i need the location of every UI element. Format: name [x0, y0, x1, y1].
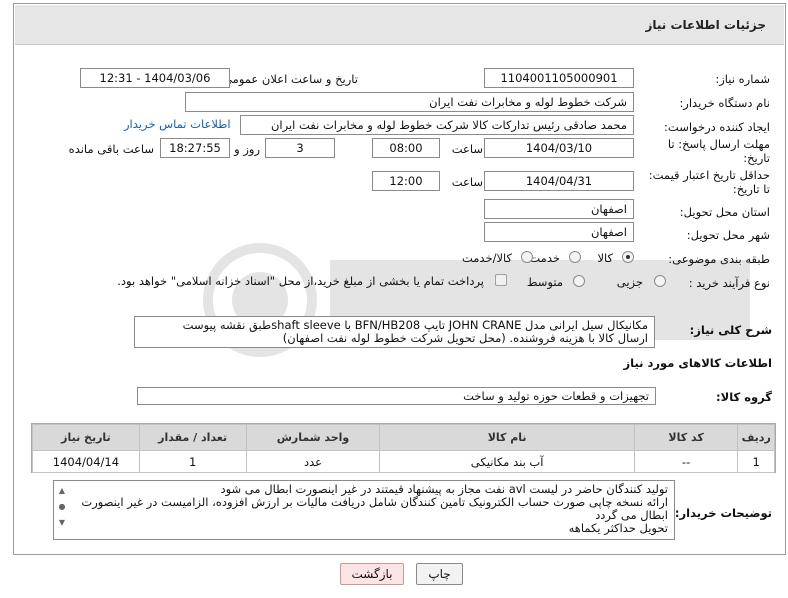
cell-unit: عدد: [245, 450, 381, 473]
days-label: روز و: [234, 142, 260, 156]
buyer-notes-label: توضیحات خریدار:: [674, 506, 772, 520]
city-label: شهر محل تحویل:: [686, 228, 770, 242]
cell-name: آب بند مکانیکی: [379, 450, 635, 473]
treasury-payment-checkbox[interactable]: [495, 274, 507, 286]
announce-label: تاریخ و ساعت اعلان عمومی:: [219, 72, 358, 86]
col-code: کد کالا: [633, 424, 739, 451]
validity-time-label: ساعت: [451, 175, 483, 189]
scroll-up-icon[interactable]: ▲: [57, 486, 67, 496]
print-button[interactable]: چاپ: [416, 563, 463, 585]
process-radio-medium[interactable]: [573, 275, 585, 287]
deadline-date-label: تاریخ:: [743, 151, 770, 165]
cell-row: 1: [737, 450, 775, 473]
category-radio-goods-service[interactable]: [521, 251, 533, 263]
category-goods-service-label: کالا/خدمت: [461, 251, 512, 265]
buyer-contact-link[interactable]: اطلاعات تماس خریدار: [124, 117, 231, 131]
announce-field: 1404/03/06 - 12:31: [80, 68, 230, 88]
deadline-time-field: 08:00: [372, 138, 440, 158]
process-medium-label: متوسط: [526, 275, 563, 289]
need-number-label: شماره نیاز:: [715, 72, 770, 86]
province-label: استان محل تحویل:: [679, 205, 770, 219]
scroll-position-icon[interactable]: ●: [57, 502, 67, 512]
treasury-payment-note: پرداخت تمام یا بخشی از مبلغ خرید،از محل …: [117, 274, 484, 288]
validity-time-field: 12:00: [372, 171, 440, 191]
validity-date-field: 1404/04/31: [484, 171, 634, 191]
col-row: ردیف: [737, 424, 775, 451]
category-radio-service[interactable]: [569, 251, 581, 263]
buyer-org-label: نام دستگاه خریدار:: [679, 96, 770, 110]
process-minor-label: جزیی: [616, 275, 643, 289]
table-row[interactable]: 1 -- آب بند مکانیکی عدد 1 1404/04/14: [32, 450, 775, 473]
validity-label: حداقل تاریخ اعتبار قیمت:: [648, 168, 770, 182]
deadline-time-label: ساعت: [451, 142, 483, 156]
cell-need-date: 1404/04/14: [32, 450, 140, 473]
goods-group-field: تجهیزات و قطعات حوزه تولید و ساخت: [137, 387, 656, 405]
goods-group-label: گروه کالا:: [716, 390, 772, 404]
col-name: نام کالا: [379, 424, 635, 451]
category-goods-label: کالا: [597, 251, 613, 265]
validity-date-label: تا تاریخ:: [732, 182, 770, 196]
city-field: اصفهان: [484, 222, 634, 242]
col-unit: واحد شمارش: [245, 424, 381, 451]
category-service-label: خدمت: [529, 251, 560, 265]
deadline-date-field: 1404/03/10: [484, 138, 634, 158]
province-field: اصفهان: [484, 199, 634, 219]
days-remaining-field: 3: [265, 138, 335, 158]
goods-section-title: اطلاعات کالاهای مورد نیاز: [623, 356, 772, 370]
process-label: نوع فرآیند خرید :: [688, 276, 770, 290]
creator-field: محمد صادقی رئیس تدارکات کالا شرکت خطوط ل…: [240, 115, 634, 135]
remaining-time-field: 18:27:55: [160, 138, 230, 158]
description-label: شرح کلی نیاز:: [689, 323, 772, 337]
creator-label: ایجاد کننده درخواست:: [664, 120, 770, 134]
category-radio-goods[interactable]: [622, 251, 634, 263]
process-radio-minor[interactable]: [654, 275, 666, 287]
buyer-org-field: شرکت خطوط لوله و مخابرات نفت ایران: [185, 92, 634, 112]
scroll-down-icon[interactable]: ▼: [57, 518, 67, 528]
back-button[interactable]: بازگشت: [340, 563, 404, 585]
deadline-label: مهلت ارسال پاسخ: تا: [667, 137, 770, 151]
buyer-notes-line-4: تحویل حداکثر یکماهه: [568, 521, 668, 535]
cell-quantity: 1: [138, 450, 247, 473]
buyer-notes-textarea: تولید کنندگان حاضر در لیست avl نفت مجاز …: [53, 480, 675, 540]
cell-code: --: [633, 450, 739, 473]
description-line-2: ارسال کالا با هزینه فروشنده. (محل تحویل …: [282, 331, 648, 345]
buyer-notes-line-2: ارائه نسخه چاپی صورت حساب الکترونیک تامی…: [81, 495, 668, 509]
category-label: طبقه بندی موضوعی:: [668, 252, 770, 266]
goods-table: ردیف کد کالا نام کالا واحد شمارش تعداد /…: [31, 423, 776, 473]
remaining-label: ساعت باقی مانده: [68, 142, 154, 156]
description-textarea: مکانیکال سیل ایرانی مدل JOHN CRANE تایپ …: [134, 316, 655, 348]
col-quantity: تعداد / مقدار: [138, 424, 247, 451]
page-title: جزئیات اطلاعات نیاز: [645, 18, 766, 32]
panel-header: جزئیات اطلاعات نیاز: [15, 5, 784, 45]
need-number-field: 1104001105000901: [484, 68, 634, 88]
col-need-date: تاریخ نیاز: [32, 424, 140, 451]
